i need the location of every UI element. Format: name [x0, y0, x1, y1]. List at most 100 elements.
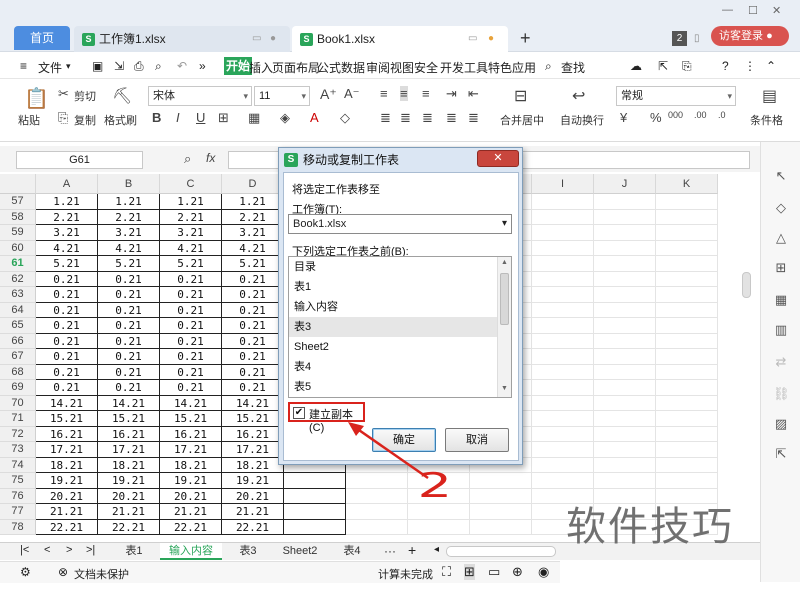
italic-icon[interactable]: I: [176, 110, 180, 125]
empty-cell[interactable]: [656, 457, 718, 473]
column-header[interactable]: D: [222, 174, 284, 194]
empty-cell[interactable]: [532, 194, 594, 210]
table-cell[interactable]: 17.21: [222, 442, 284, 458]
table-cell[interactable]: [284, 473, 346, 489]
workbook-select[interactable]: Book1.xlsx: [288, 214, 512, 234]
table-cell[interactable]: 17.21: [160, 442, 222, 458]
list-item[interactable]: 表3: [289, 317, 497, 337]
style-icon[interactable]: △: [773, 230, 789, 246]
row-header[interactable]: 69: [0, 380, 36, 396]
empty-cell[interactable]: [532, 426, 594, 442]
list-item[interactable]: 目录: [289, 257, 497, 277]
align-middle-icon[interactable]: ≡: [400, 86, 408, 101]
font-color-icon[interactable]: A: [310, 110, 319, 125]
row-header[interactable]: 68: [0, 364, 36, 380]
row-header[interactable]: 59: [0, 225, 36, 241]
normal-view-icon[interactable]: ⊞: [464, 564, 475, 580]
justify-icon[interactable]: ≣: [446, 110, 457, 126]
increase-decimal-icon[interactable]: .00: [694, 110, 707, 120]
row-header[interactable]: 65: [0, 318, 36, 334]
table-cell[interactable]: 0.21: [36, 380, 98, 396]
name-box[interactable]: G61: [16, 151, 143, 169]
empty-cell[interactable]: [532, 395, 594, 411]
table-cell[interactable]: 0.21: [98, 271, 160, 287]
close-window-icon[interactable]: ✕: [772, 4, 781, 17]
empty-cell[interactable]: [656, 225, 718, 241]
list-item[interactable]: 表1: [289, 277, 497, 297]
menu-file[interactable]: 文件: [38, 59, 62, 76]
prev-sheet-icon[interactable]: <: [44, 544, 50, 556]
window-count-badge[interactable]: 2: [672, 31, 687, 46]
more-icon[interactable]: »: [199, 59, 206, 73]
table-cell[interactable]: 17.21: [98, 442, 160, 458]
empty-cell[interactable]: [594, 333, 656, 349]
protect-status[interactable]: 文档未保护: [74, 566, 129, 582]
fill-style-icon[interactable]: ▦: [248, 110, 260, 126]
collab-icon[interactable]: ⎘: [682, 59, 692, 74]
menu-search[interactable]: 查找: [561, 59, 585, 76]
table-cell[interactable]: 0.21: [160, 302, 222, 318]
table-cell[interactable]: 0.21: [36, 349, 98, 365]
indent-icon[interactable]: ⇥: [446, 86, 457, 102]
unsaved-dot-icon[interactable]: ●: [488, 26, 494, 52]
table-cell[interactable]: 0.21: [222, 271, 284, 287]
table-cell[interactable]: 0.21: [98, 380, 160, 396]
table-cell[interactable]: 2.21: [98, 209, 160, 225]
sheet-tab-4[interactable]: Sheet2: [274, 543, 326, 560]
empty-cell[interactable]: [532, 457, 594, 473]
table-cell[interactable]: 21.21: [222, 504, 284, 520]
empty-cell[interactable]: [594, 426, 656, 442]
search-icon[interactable]: ⌕: [545, 59, 552, 74]
sheet-tab-5[interactable]: 表4: [328, 543, 376, 560]
empty-cell[interactable]: [594, 364, 656, 380]
cloud-icon[interactable]: ☁: [630, 59, 642, 73]
first-sheet-icon[interactable]: |<: [20, 544, 29, 556]
empty-cell[interactable]: [594, 225, 656, 241]
help-icon[interactable]: ?: [722, 59, 729, 73]
list-scrollbar[interactable]: ▲ ▼: [497, 257, 511, 397]
table-cell[interactable]: 0.21: [98, 333, 160, 349]
menu-page-layout[interactable]: 页面布局: [272, 59, 320, 76]
macro-icon[interactable]: ⚙: [20, 565, 31, 579]
empty-cell[interactable]: [346, 519, 408, 535]
table-cell[interactable]: 0.21: [36, 302, 98, 318]
row-header[interactable]: 71: [0, 411, 36, 427]
align-left-icon[interactable]: ≣: [380, 110, 391, 126]
monitor-icon[interactable]: ▭: [468, 26, 477, 52]
table-cell[interactable]: 0.21: [98, 302, 160, 318]
table-cell[interactable]: 20.21: [36, 488, 98, 504]
menu-formula[interactable]: 公式: [317, 59, 341, 76]
menu-review[interactable]: 审阅: [366, 59, 390, 76]
table-cell[interactable]: 18.21: [160, 457, 222, 473]
table-cell[interactable]: 2.21: [36, 209, 98, 225]
table-cell[interactable]: 4.21: [98, 240, 160, 256]
fx-icon[interactable]: fx: [206, 151, 215, 165]
table-cell[interactable]: [284, 488, 346, 504]
table-cell[interactable]: 5.21: [36, 256, 98, 272]
empty-cell[interactable]: [656, 271, 718, 287]
collapse-ribbon-icon[interactable]: ⌃: [766, 59, 776, 73]
link-icon[interactable]: ⛓: [773, 386, 790, 402]
empty-cell[interactable]: [594, 411, 656, 427]
table-cell[interactable]: 22.21: [160, 519, 222, 535]
copy-icon[interactable]: ⎘: [58, 110, 68, 126]
empty-cell[interactable]: [656, 380, 718, 396]
scroll-down-icon[interactable]: ▼: [501, 385, 508, 392]
table-cell[interactable]: 16.21: [36, 426, 98, 442]
empty-cell[interactable]: [594, 256, 656, 272]
table-cell[interactable]: 4.21: [222, 240, 284, 256]
row-header[interactable]: 75: [0, 473, 36, 489]
table-cell[interactable]: 0.21: [222, 287, 284, 303]
table-cell[interactable]: 22.21: [222, 519, 284, 535]
table-cell[interactable]: 16.21: [222, 426, 284, 442]
empty-cell[interactable]: [656, 395, 718, 411]
table-cell[interactable]: 2.21: [160, 209, 222, 225]
empty-cell[interactable]: [594, 271, 656, 287]
table-cell[interactable]: 3.21: [36, 225, 98, 241]
copy-button[interactable]: 复制: [74, 112, 96, 128]
table-cell[interactable]: 2.21: [222, 209, 284, 225]
format-painter-button[interactable]: 格式刷: [104, 112, 137, 128]
empty-cell[interactable]: [532, 364, 594, 380]
row-header[interactable]: 62: [0, 271, 36, 287]
empty-cell[interactable]: [656, 411, 718, 427]
